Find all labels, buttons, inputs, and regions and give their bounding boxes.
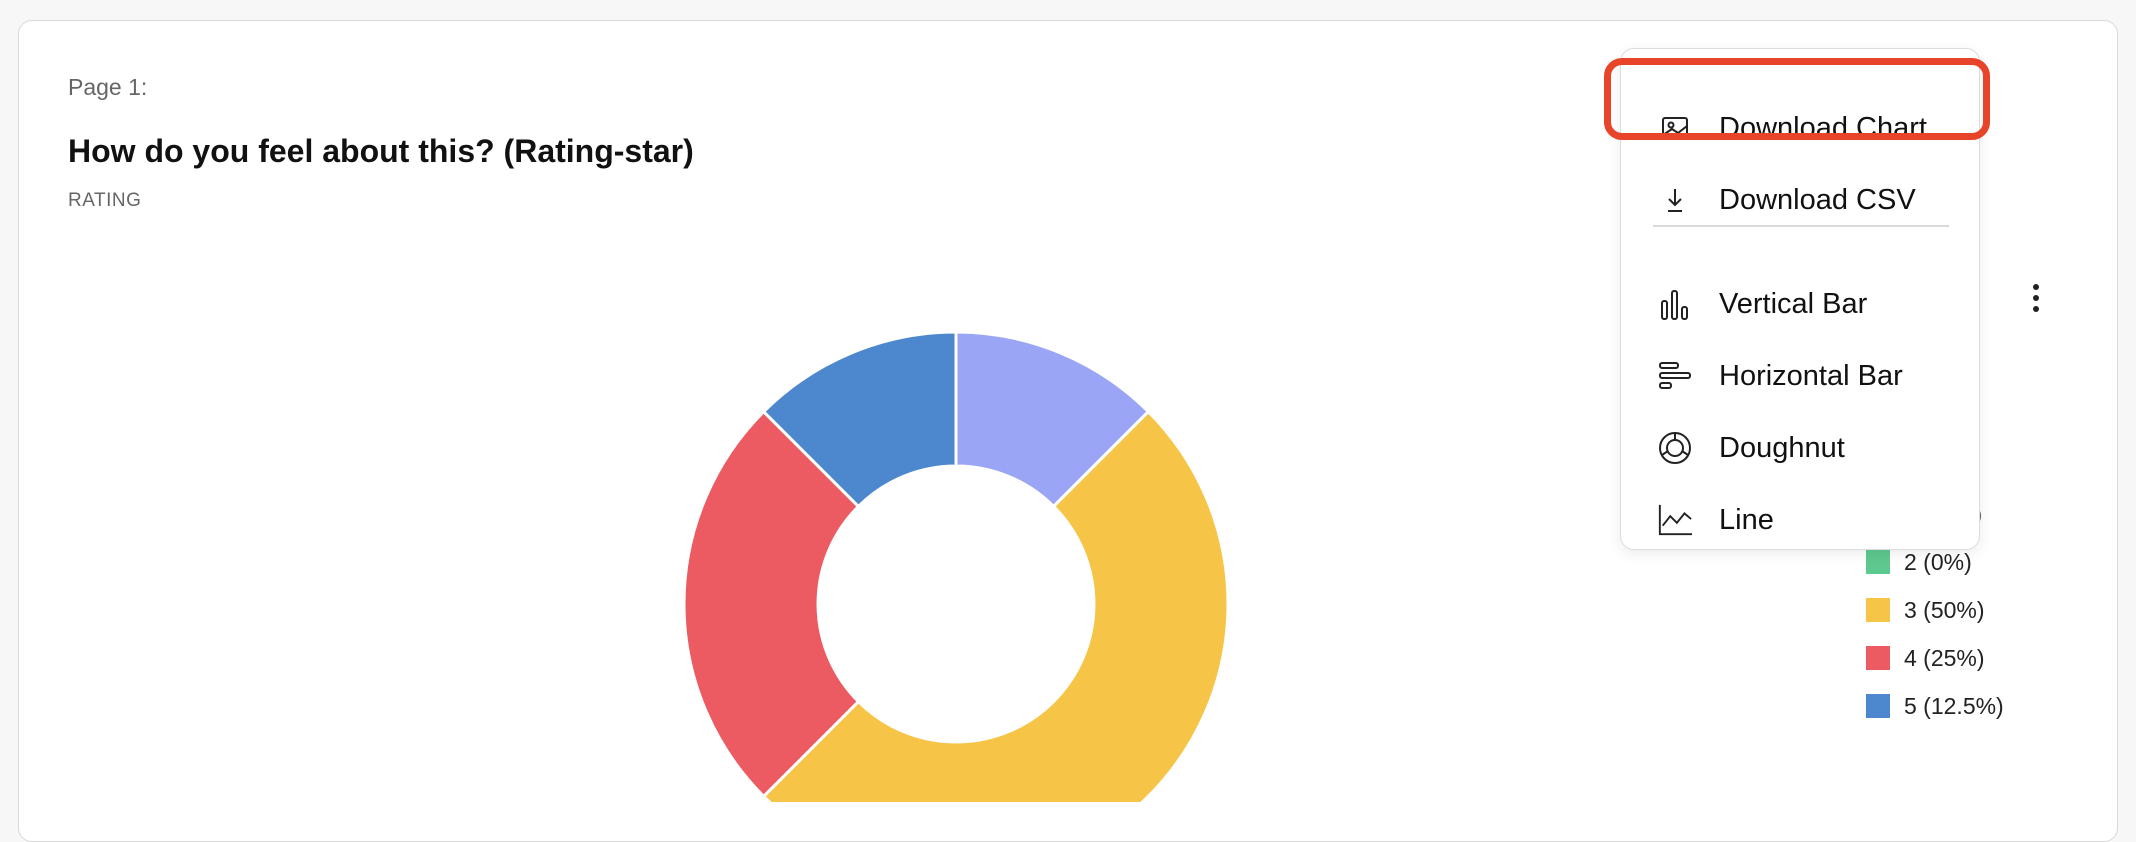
horizontal-bar-chart-icon [1657, 358, 1693, 394]
legend-swatch [1866, 550, 1890, 574]
menu-item-vertical-bar[interactable]: Vertical Bar [1657, 279, 1867, 329]
more-vertical-icon-dot [2033, 306, 2039, 312]
menu-item-label: Vertical Bar [1719, 287, 1868, 320]
legend-swatch [1866, 598, 1890, 622]
menu-item-download-csv[interactable]: Download CSV [1657, 175, 1916, 225]
doughnut-chart-icon [1657, 430, 1693, 466]
legend-item[interactable]: 5 (12.5%) [1866, 682, 2004, 730]
chart-options-menu: Download Chart Download CSV Vertical Bar [1620, 48, 1980, 550]
more-vertical-icon [2033, 284, 2039, 290]
menu-item-label: Doughnut [1719, 431, 1845, 464]
menu-divider [1653, 225, 1949, 227]
legend-swatch [1866, 694, 1890, 718]
legend-label: 4 (25%) [1904, 644, 1985, 671]
menu-item-line[interactable]: Line [1657, 495, 1774, 545]
download-icon [1657, 182, 1693, 218]
menu-item-label: Horizontal Bar [1719, 359, 1903, 392]
menu-item-horizontal-bar[interactable]: Horizontal Bar [1657, 351, 1903, 401]
more-options-button[interactable] [2022, 278, 2050, 318]
legend-swatch [1866, 646, 1890, 670]
menu-item-label: Line [1719, 503, 1774, 536]
image-icon [1657, 110, 1693, 146]
legend-label: 5 (12.5%) [1904, 692, 2004, 719]
legend-item[interactable]: 3 (50%) [1866, 586, 2004, 634]
menu-item-label: Download Chart [1719, 111, 1927, 144]
menu-item-download-chart[interactable]: Download Chart [1657, 103, 1927, 153]
more-vertical-icon-dot [2033, 295, 2039, 301]
line-chart-icon [1657, 502, 1693, 538]
menu-item-doughnut[interactable]: Doughnut [1657, 423, 1845, 473]
legend-item[interactable]: 4 (25%) [1866, 634, 2004, 682]
vertical-bar-chart-icon [1657, 286, 1693, 322]
menu-item-label: Download CSV [1719, 183, 1916, 216]
legend-label: 3 (50%) [1904, 596, 1985, 623]
legend-label: 2 (0%) [1904, 548, 1972, 575]
